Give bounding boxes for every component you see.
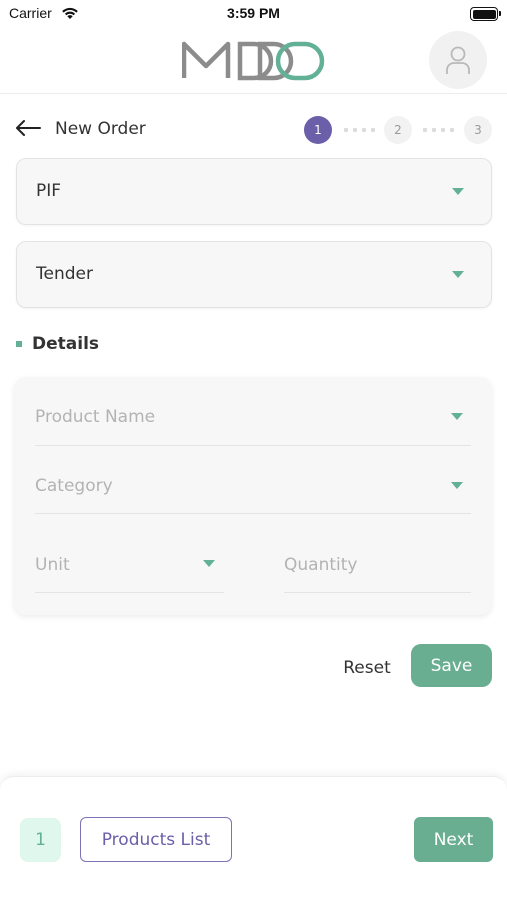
order-type-select[interactable]: PIF — [16, 158, 492, 225]
battery-tip — [499, 11, 501, 16]
category-placeholder: Category — [35, 476, 113, 496]
order-source-select[interactable]: Tender — [16, 241, 492, 308]
chevron-down-icon — [452, 188, 464, 195]
status-bar: Carrier 3:59 PM — [0, 0, 507, 28]
bottom-action-bar: 1 Products List Next — [0, 776, 507, 900]
clock: 3:59 PM — [227, 5, 280, 21]
quantity-input[interactable]: Quantity — [284, 541, 471, 593]
profile-avatar[interactable] — [429, 31, 487, 89]
unit-select[interactable]: Unit — [35, 541, 224, 593]
reset-button[interactable]: Reset — [335, 648, 399, 688]
next-button[interactable]: Next — [414, 817, 493, 862]
category-select[interactable]: Category — [35, 464, 471, 514]
order-source-value: Tender — [36, 264, 93, 284]
quantity-placeholder: Quantity — [284, 555, 358, 575]
mddo-logo — [182, 41, 325, 81]
step-connector — [423, 128, 454, 132]
order-type-value: PIF — [36, 181, 62, 201]
details-card: Product Name Category Unit Quantity — [14, 377, 492, 615]
step-1: 1 — [304, 116, 332, 144]
page-title: New Order — [55, 119, 146, 139]
chevron-down-icon — [451, 482, 463, 489]
step-2: 2 — [384, 116, 412, 144]
order-title-row: New Order 1 2 3 — [0, 112, 507, 146]
app-header — [0, 28, 507, 94]
product-name-select[interactable]: Product Name — [35, 395, 471, 446]
back-arrow-icon[interactable] — [14, 118, 42, 138]
product-name-placeholder: Product Name — [35, 407, 156, 427]
battery-icon — [470, 7, 498, 21]
section-bullet — [16, 341, 22, 347]
step-connector — [344, 128, 375, 132]
step-3: 3 — [464, 116, 492, 144]
chevron-down-icon — [451, 413, 463, 420]
products-list-button[interactable]: Products List — [80, 817, 232, 862]
details-title: Details — [32, 334, 100, 354]
chevron-down-icon — [203, 560, 215, 567]
user-icon — [446, 46, 470, 74]
save-button[interactable]: Save — [411, 644, 492, 687]
product-count-badge: 1 — [20, 818, 61, 862]
chevron-down-icon — [452, 271, 464, 278]
unit-placeholder: Unit — [35, 555, 70, 575]
